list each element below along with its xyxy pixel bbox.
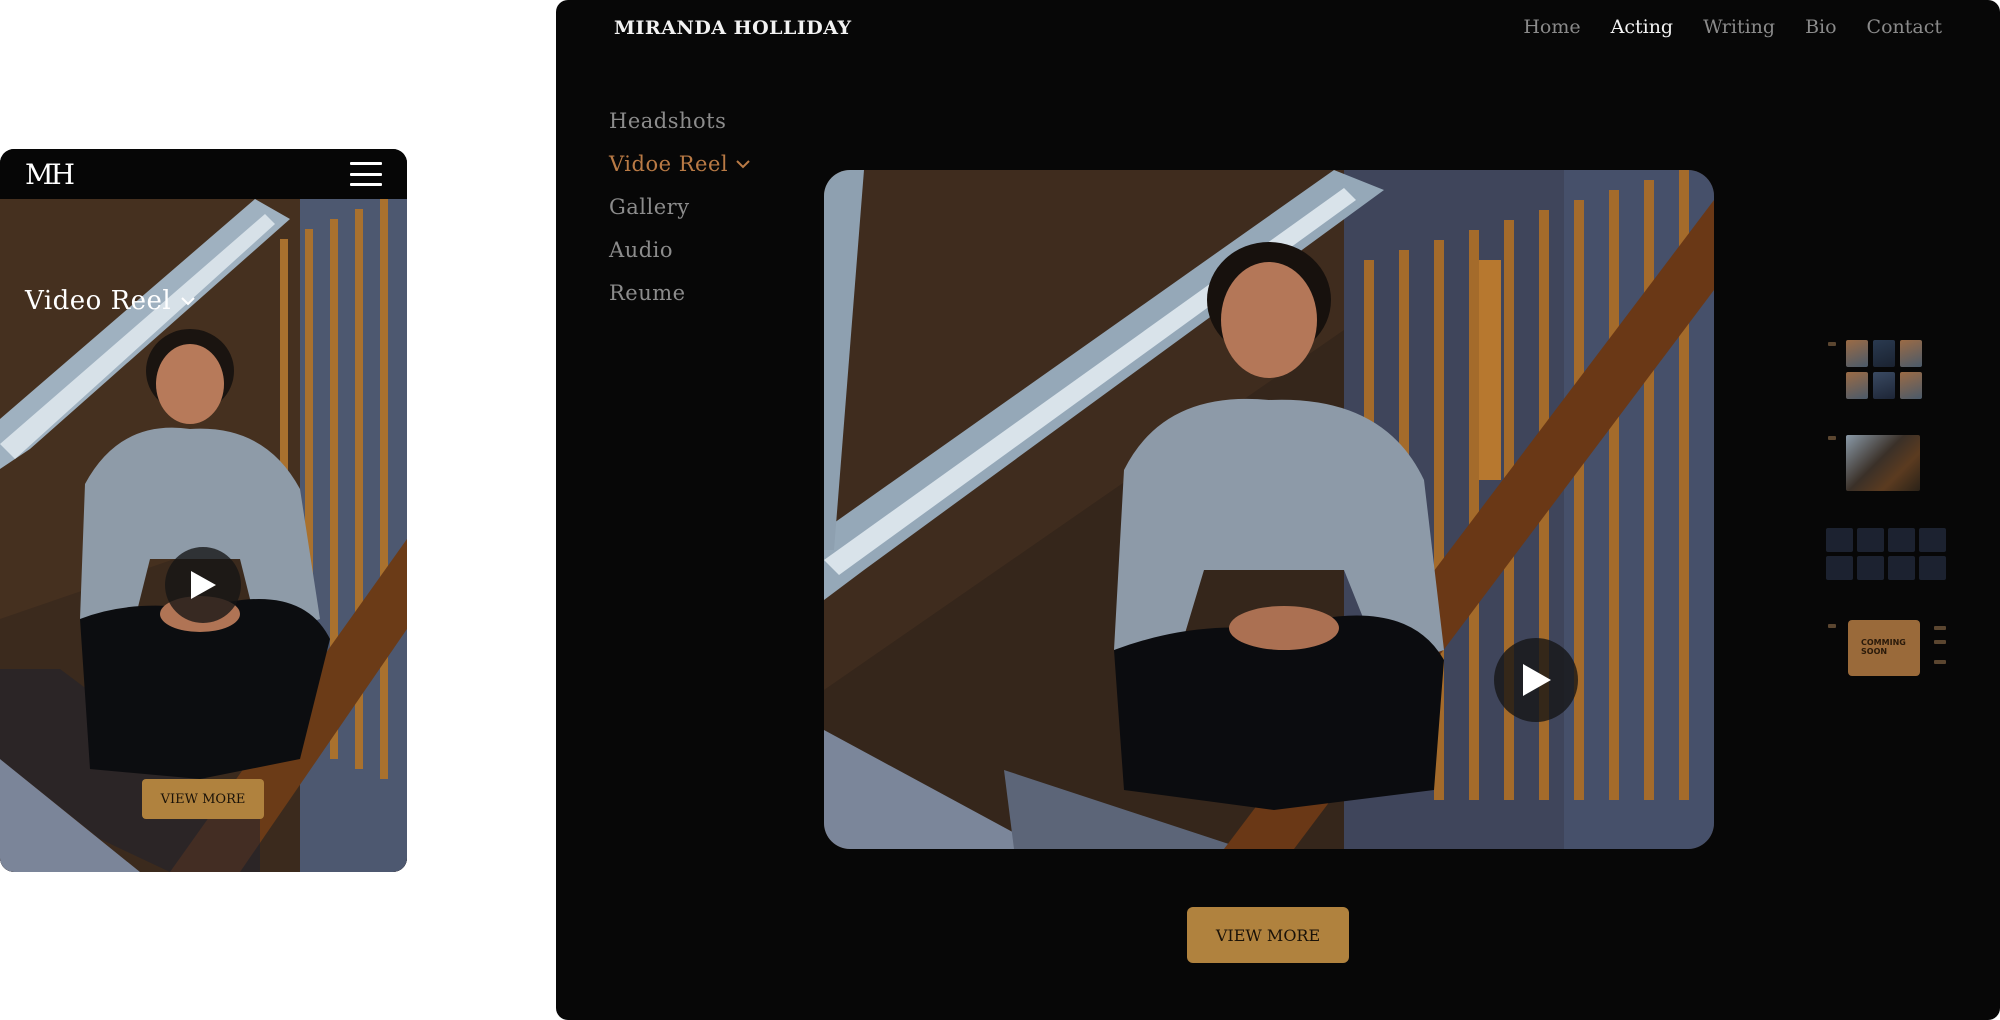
acting-sidebar: Headshots Vidoe Reel Gallery Audio Reume [609,106,750,308]
sidebar-item-label: Headshots [609,109,727,133]
desktop-preview: MIRANDA HOLLIDAY Home Acting Writing Bio… [556,0,2000,1020]
sidebar-item-headshots[interactable]: Headshots [609,106,750,136]
mobile-header: MH [0,149,407,199]
nav-bio[interactable]: Bio [1805,16,1836,38]
sidebar-item-label: Reume [609,281,686,305]
nav-contact[interactable]: Contact [1867,16,1942,38]
thumbnail-video-reel[interactable] [1846,435,1920,491]
thumbnail-marker [1828,436,1836,440]
chevron-down-icon [736,160,750,169]
mobile-logo[interactable]: MH [25,158,75,191]
thumbnail-marker [1934,626,1946,630]
chevron-down-icon [181,297,195,306]
thumbnail-marker [1934,640,1946,644]
top-nav: Home Acting Writing Bio Contact [1523,16,1942,38]
sidebar-item-resume[interactable]: Reume [609,278,750,308]
coming-soon-label: COMMING SOON [1861,638,1906,656]
mobile-video-thumbnail[interactable]: Video Reel [0,199,407,872]
sidebar-item-label: Audio [609,238,673,262]
play-icon [1523,664,1551,696]
video-reel-player[interactable] [824,170,1714,849]
play-button[interactable] [1494,638,1578,722]
play-button[interactable] [165,547,241,623]
nav-home[interactable]: Home [1523,16,1580,38]
sidebar-item-audio[interactable]: Audio [609,235,750,265]
thumbnail-marker [1934,660,1946,664]
site-brand[interactable]: MIRANDA HOLLIDAY [614,17,852,39]
thumbnail-gallery[interactable] [1826,528,1948,584]
view-more-button[interactable]: VIEW MORE [1187,907,1349,963]
mobile-preview: MH Video Reel VIEW MORE [0,149,407,872]
thumbnail-marker [1828,624,1836,628]
thumbnail-headshots[interactable] [1846,340,1922,402]
sidebar-item-label: Vidoe Reel [609,152,729,176]
sidebar-item-video-reel[interactable]: Vidoe Reel [609,149,750,179]
nav-acting[interactable]: Acting [1611,16,1673,38]
thumbnail-marker [1828,342,1836,346]
sidebar-item-gallery[interactable]: Gallery [609,192,750,222]
nav-writing[interactable]: Writing [1703,16,1775,38]
mobile-section-label: Video Reel [25,286,172,316]
play-icon [191,571,216,599]
sidebar-item-label: Gallery [609,195,690,219]
mobile-section-title[interactable]: Video Reel [25,286,195,316]
hamburger-menu-icon[interactable] [350,162,382,186]
stairs-photo [824,170,1714,849]
thumbnail-audio[interactable]: COMMING SOON [1848,620,1920,676]
mobile-view-more-button[interactable]: VIEW MORE [142,779,264,819]
